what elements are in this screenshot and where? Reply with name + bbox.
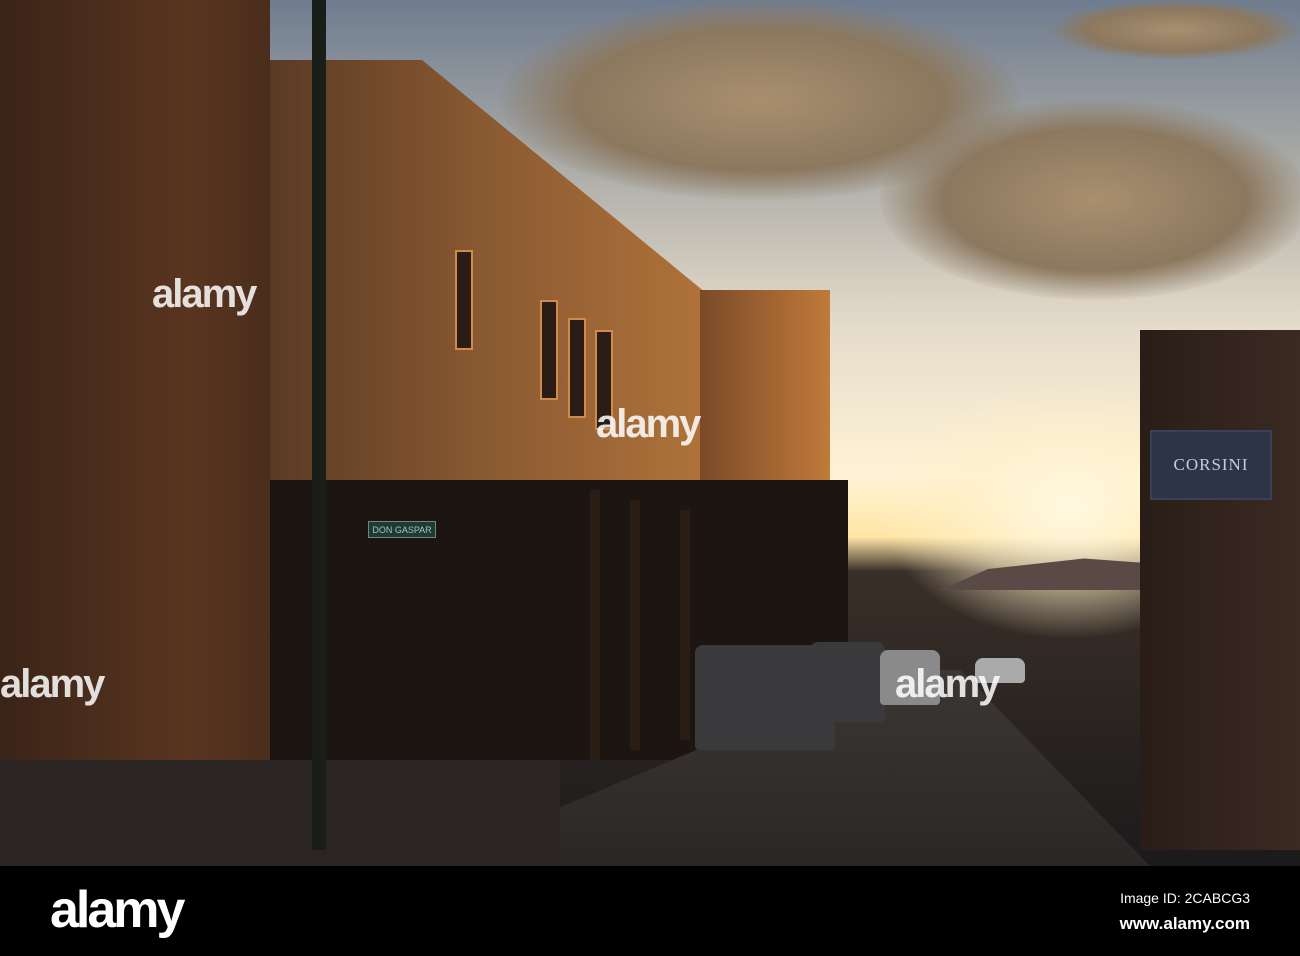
window (455, 250, 473, 350)
watermark: alamy (152, 272, 257, 316)
image-id: Image ID: 2CABCG3 (1120, 890, 1250, 906)
building-right (1140, 330, 1300, 850)
watermark: alamy (596, 402, 701, 446)
watermark: alamy (0, 662, 105, 706)
footer-bar (0, 866, 1300, 956)
post (680, 510, 690, 740)
watermark: alamy (895, 662, 1000, 706)
street-sign: DON GASPAR (368, 521, 436, 538)
post (630, 500, 640, 750)
site-url[interactable]: www.alamy.com (1120, 914, 1250, 934)
window (568, 318, 586, 418)
lamp-pole (312, 0, 326, 850)
cloud (1050, 0, 1300, 60)
building-left (0, 0, 270, 850)
sidewalk (0, 760, 560, 866)
post (590, 490, 600, 760)
cloud (880, 100, 1300, 300)
street-photo: CORSINI DON GASPAR alamy alamy alamy ala… (0, 0, 1300, 866)
brand-logo: alamy (50, 881, 185, 939)
corsini-sign: CORSINI (1150, 430, 1272, 500)
window (540, 300, 558, 400)
parked-car (810, 642, 885, 722)
